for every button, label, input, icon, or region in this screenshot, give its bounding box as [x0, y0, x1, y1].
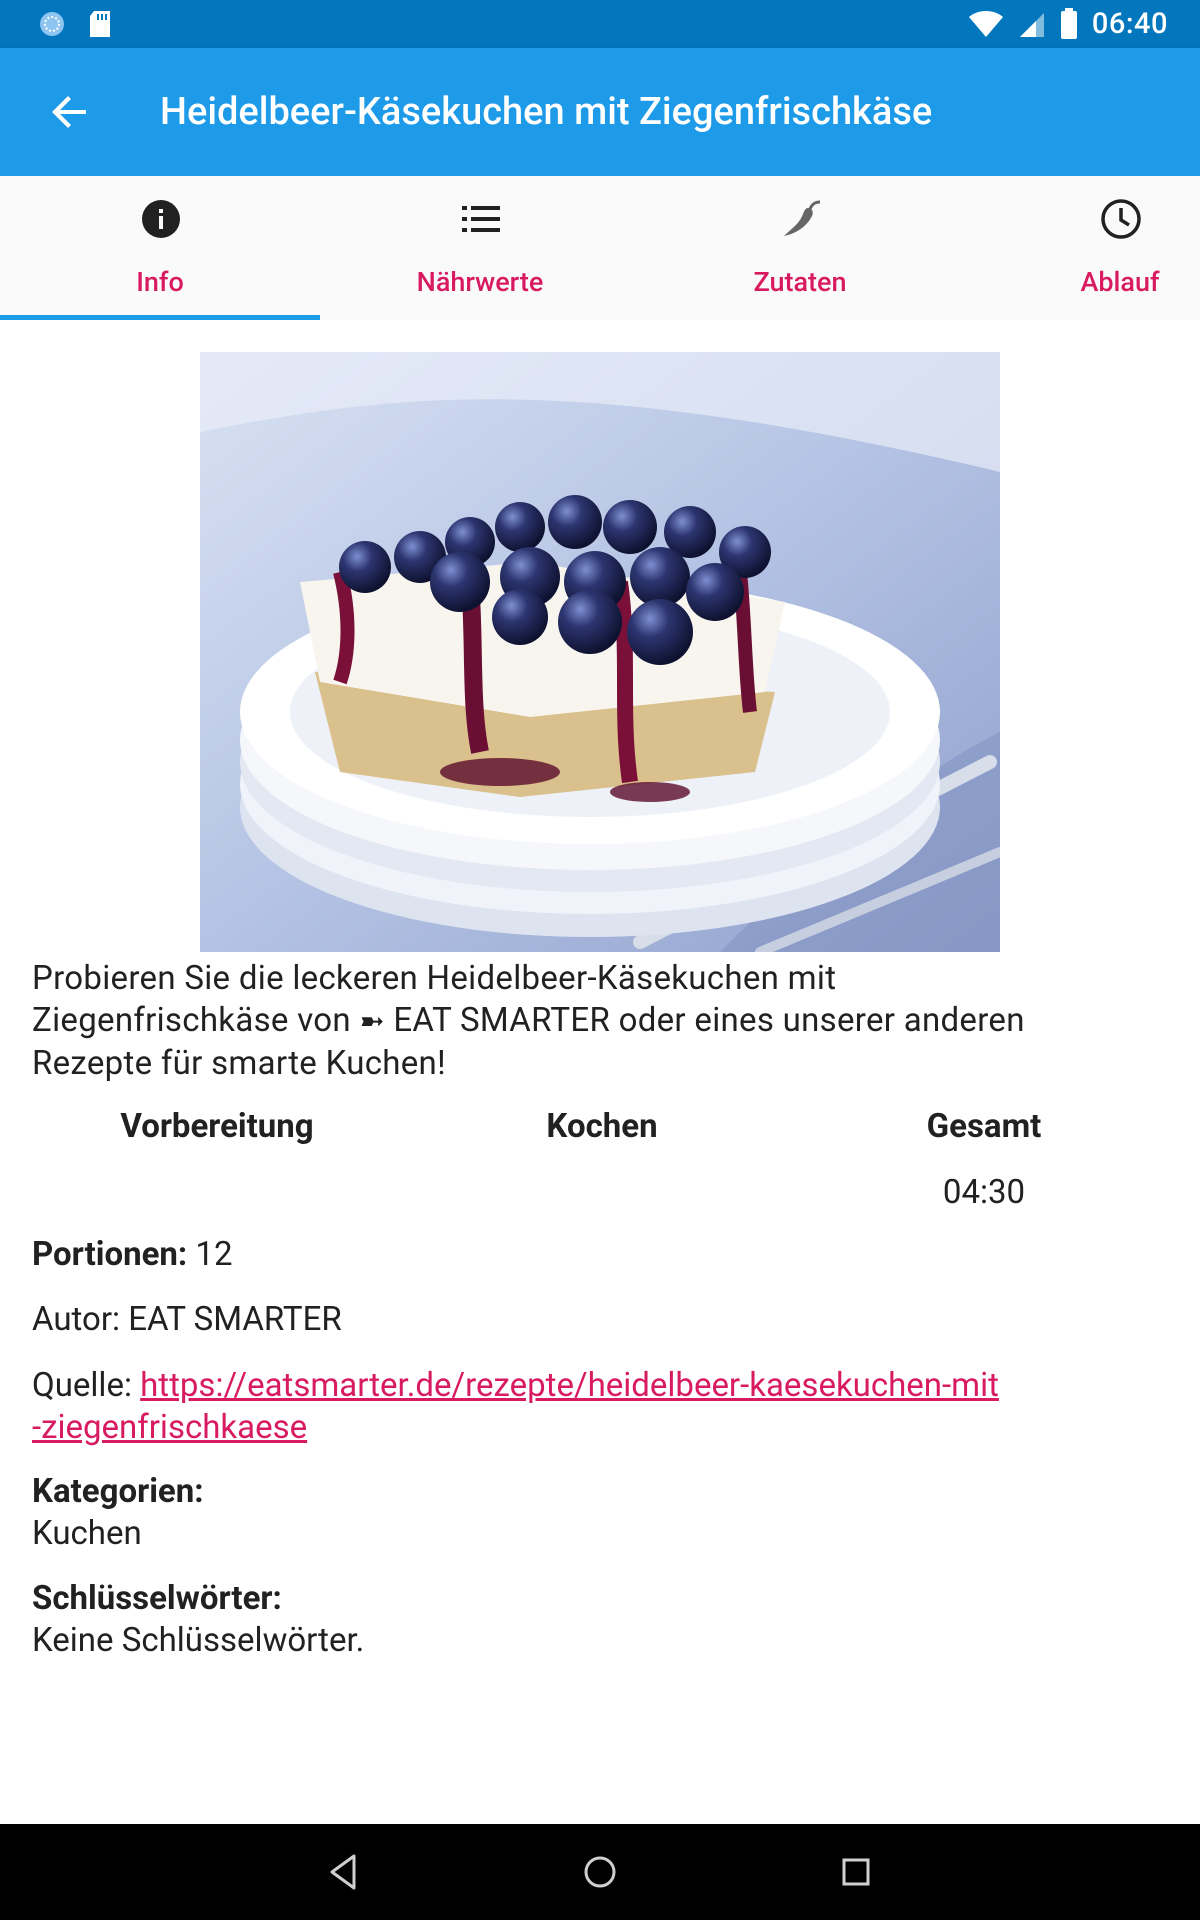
keywords: Schlüsselwörter: Keine Schlüsselwörter. [32, 1578, 1172, 1662]
battery-icon [1060, 8, 1077, 39]
prep-time: Vorbereitung [67, 1106, 367, 1172]
tab-label: Zutaten [753, 266, 847, 298]
description-line: Rezepte für smarte Kuchen! [32, 1044, 446, 1083]
portions-value: 12 [195, 1235, 233, 1274]
author-label: Autor: [32, 1300, 121, 1339]
prep-time-label: Vorbereitung [120, 1107, 314, 1146]
app-bar: Heidelbeer-Käsekuchen mit Ziegenfrischkä… [0, 48, 1200, 176]
tab-ablauf[interactable]: Ablauf [960, 176, 1200, 320]
cook-time: Kochen [452, 1106, 752, 1172]
info-icon [142, 200, 180, 238]
back-button[interactable] [46, 88, 94, 136]
nav-back-button[interactable] [320, 1848, 368, 1896]
description-line: Ziegenfrischkäse von [32, 1001, 351, 1040]
total-time-label: Gesamt [926, 1107, 1042, 1146]
arrow-icon: ➼ [359, 1004, 385, 1039]
tab-label: Info [136, 266, 184, 298]
tab-naehrwerte[interactable]: Nährwerte [320, 176, 640, 320]
chili-icon [784, 200, 821, 236]
tab-info[interactable]: Info [0, 176, 320, 320]
source-link[interactable]: https://eatsmarter.de/rezepte/heidelbeer… [32, 1366, 999, 1447]
portions-label: Portionen: [32, 1235, 188, 1274]
source-url-line: https://eatsmarter.de/rezepte/heidelbeer… [140, 1366, 999, 1405]
source-label: Quelle: [32, 1366, 132, 1405]
portions: Portionen: 12 [32, 1234, 1172, 1276]
list-icon [462, 206, 500, 232]
categories-label: Kategorien: [32, 1472, 204, 1511]
tab-label: Nährwerte [416, 266, 544, 298]
tab-zutaten[interactable]: Zutaten [640, 176, 960, 320]
description-line: Probieren Sie die leckeren Heidelbeer-Kä… [32, 959, 837, 998]
categories-value: Kuchen [32, 1514, 142, 1553]
time-table: Vorbereitung Kochen Gesamt 04:30 [32, 1106, 1172, 1216]
back-triangle-icon [330, 1854, 356, 1890]
tab-bar: Info Nährwerte Zutaten Ablauf [0, 176, 1200, 320]
page-title: Heidelbeer-Käsekuchen mit Ziegenfrischkä… [160, 90, 933, 134]
cook-time-label: Kochen [546, 1107, 658, 1146]
status-bar: 06:40 [0, 0, 1200, 48]
keywords-value: Keine Schlüsselwörter. [32, 1621, 365, 1660]
wifi-icon [968, 11, 1003, 37]
status-left-icons [38, 10, 112, 38]
description-link-text: EAT SMARTER oder eines unserer anderen [393, 1001, 1025, 1040]
author: Autor: EAT SMARTER [32, 1299, 1172, 1341]
home-circle-icon [584, 1856, 616, 1888]
recents-square-icon [842, 1858, 870, 1886]
clock-icon [1101, 199, 1141, 239]
author-value: EAT SMARTER [128, 1300, 342, 1339]
total-time: Gesamt 04:30 [834, 1106, 1134, 1214]
recipe-info: Probieren Sie die leckeren Heidelbeer-Kä… [32, 958, 1172, 1660]
arrow-back-icon [52, 96, 86, 128]
source: Quelle: https://eatsmarter.de/rezepte/he… [32, 1365, 1172, 1449]
sd-card-icon [90, 11, 110, 37]
total-time-value: 04:30 [942, 1173, 1026, 1212]
cheesecake-illustration [200, 352, 1000, 952]
recipe-description: Probieren Sie die leckeren Heidelbeer-Kä… [32, 958, 1172, 1085]
signal-icon [1019, 13, 1044, 37]
keywords-label: Schlüsselwörter: [32, 1579, 282, 1618]
status-right-icons: 06:40 [968, 7, 1168, 41]
nav-home-button[interactable] [576, 1848, 624, 1896]
sync-icon [40, 12, 64, 36]
source-url-line: -ziegenfrischkaese [32, 1408, 308, 1447]
nav-recents-button[interactable] [832, 1848, 880, 1896]
system-nav-bar [0, 1824, 1200, 1920]
tab-label: Ablauf [1080, 266, 1160, 298]
categories: Kategorien: Kuchen [32, 1471, 1172, 1555]
clock-time: 06:40 [1091, 7, 1168, 41]
recipe-image [200, 352, 1000, 952]
